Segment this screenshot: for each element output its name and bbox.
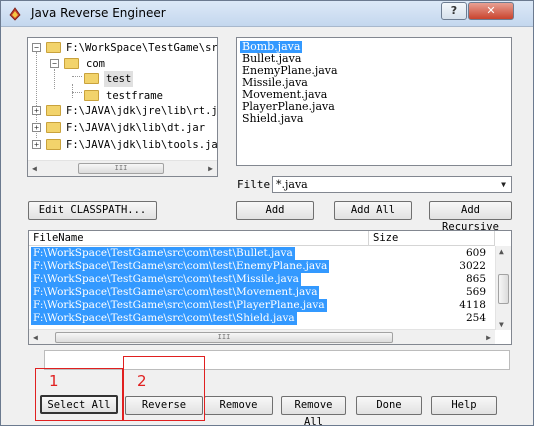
column-header-size[interactable]: Size bbox=[369, 231, 495, 246]
file-size-cell: 865 bbox=[465, 273, 486, 285]
filter-label: Filte bbox=[237, 178, 271, 191]
table-row[interactable]: F:\WorkSpace\TestGame\src\com\test\Bulle… bbox=[29, 247, 498, 260]
file-path-cell: F:\WorkSpace\TestGame\src\com\test\Playe… bbox=[31, 299, 327, 312]
file-path-cell: F:\WorkSpace\TestGame\src\com\test\Movem… bbox=[31, 286, 320, 299]
remove-all-button[interactable]: Remove All bbox=[281, 396, 346, 428]
tree-guide-line bbox=[72, 84, 73, 98]
tree-node-label: testframe bbox=[106, 90, 163, 102]
expand-icon[interactable]: + bbox=[32, 123, 41, 132]
collapse-icon[interactable]: − bbox=[50, 59, 59, 68]
package-tree[interactable]: − F:\WorkSpace\TestGame\src − com test t… bbox=[27, 37, 218, 177]
scroll-down-icon[interactable]: ▼ bbox=[499, 320, 504, 329]
file-size-cell: 4118 bbox=[459, 299, 486, 311]
dropdown-arrow-icon[interactable]: ▼ bbox=[497, 178, 510, 191]
scroll-right-icon[interactable]: ▶ bbox=[208, 164, 213, 173]
add-recursive-button[interactable]: Add Recursive bbox=[429, 201, 512, 233]
tree-guide-line bbox=[72, 92, 82, 93]
title-help-button[interactable]: ? bbox=[441, 2, 467, 20]
remove-button[interactable]: Remove bbox=[204, 396, 273, 415]
selected-files-table[interactable]: FileName Size F:\WorkSpace\TestGame\src\… bbox=[28, 230, 512, 345]
tree-node-label: F:\WorkSpace\TestGame\src bbox=[66, 42, 218, 54]
scroll-left-icon[interactable]: ◀ bbox=[33, 333, 38, 342]
table-row[interactable]: F:\WorkSpace\TestGame\src\com\test\Playe… bbox=[29, 299, 498, 312]
tree-guide-line bbox=[54, 69, 55, 89]
folder-icon bbox=[64, 58, 79, 69]
add-button[interactable]: Add bbox=[236, 201, 314, 220]
file-size-cell: 609 bbox=[465, 247, 486, 259]
annotation-box-2 bbox=[123, 356, 205, 421]
tree-horizontal-scrollbar[interactable]: ◀ III ▶ bbox=[28, 160, 217, 176]
table-row[interactable]: F:\WorkSpace\TestGame\src\com\test\Missi… bbox=[29, 273, 498, 286]
file-path-cell: F:\WorkSpace\TestGame\src\com\test\Enemy… bbox=[31, 260, 330, 273]
close-button[interactable]: ✕ bbox=[468, 2, 514, 20]
filter-value: *.java bbox=[276, 178, 308, 191]
table-row[interactable]: F:\WorkSpace\TestGame\src\com\test\Enemy… bbox=[29, 260, 498, 273]
window-title: Java Reverse Engineer bbox=[31, 6, 166, 20]
filter-combobox[interactable]: *.java ▼ bbox=[272, 176, 512, 193]
scrollbar-thumb[interactable] bbox=[498, 274, 509, 304]
edit-classpath-button[interactable]: Edit CLASSPATH... bbox=[28, 201, 157, 220]
app-icon bbox=[9, 7, 21, 21]
column-header-filename[interactable]: FileName bbox=[29, 231, 369, 246]
tree-node-label: F:\JAVA\jdk\lib\tools.jar bbox=[66, 139, 218, 151]
folder-icon bbox=[84, 90, 99, 101]
source-file-list[interactable]: Bomb.java Bullet.java EnemyPlane.java Mi… bbox=[236, 37, 512, 166]
table-vertical-scrollbar[interactable]: ▲ ▼ bbox=[495, 246, 511, 330]
annotation-number-2: 2 bbox=[137, 372, 147, 390]
java-reverse-engineer-window: Java Reverse Engineer ? ✕ − F:\WorkSpace… bbox=[0, 0, 534, 428]
title-bar[interactable]: Java Reverse Engineer ? ✕ bbox=[1, 1, 533, 27]
table-row[interactable]: F:\WorkSpace\TestGame\src\com\test\Shiel… bbox=[29, 312, 498, 325]
annotation-number-1: 1 bbox=[49, 372, 59, 390]
expand-icon[interactable]: + bbox=[32, 140, 41, 149]
scrollbar-thumb[interactable]: III bbox=[55, 332, 393, 343]
table-row[interactable]: F:\WorkSpace\TestGame\src\com\test\Movem… bbox=[29, 286, 498, 299]
add-all-button[interactable]: Add All bbox=[334, 201, 412, 220]
expand-icon[interactable]: + bbox=[32, 106, 41, 115]
file-path-cell: F:\WorkSpace\TestGame\src\com\test\Bulle… bbox=[31, 247, 295, 260]
help-button[interactable]: Help bbox=[431, 396, 497, 415]
tree-node-label: com bbox=[86, 58, 105, 70]
scroll-left-icon[interactable]: ◀ bbox=[32, 164, 37, 173]
file-size-cell: 254 bbox=[465, 312, 486, 324]
folder-icon bbox=[84, 73, 99, 84]
scroll-right-icon[interactable]: ▶ bbox=[486, 333, 491, 342]
folder-icon bbox=[46, 42, 61, 53]
progress-bar bbox=[44, 350, 510, 370]
file-size-cell: 569 bbox=[465, 286, 486, 298]
scrollbar-thumb[interactable]: III bbox=[78, 163, 164, 174]
tree-guide-line bbox=[72, 76, 82, 77]
tree-node-label: test bbox=[104, 71, 134, 87]
tree-node-label: F:\JAVA\jdk\jre\lib\rt.ja bbox=[66, 105, 218, 117]
table-horizontal-scrollbar[interactable]: ◀ III ▶ bbox=[29, 329, 495, 344]
file-path-cell: F:\WorkSpace\TestGame\src\com\test\Missi… bbox=[31, 273, 301, 286]
done-button[interactable]: Done bbox=[356, 396, 422, 415]
tree-node-label: F:\JAVA\jdk\lib\dt.jar bbox=[66, 122, 206, 134]
folder-icon bbox=[46, 122, 61, 133]
scroll-up-icon[interactable]: ▲ bbox=[499, 247, 504, 256]
file-size-cell: 3022 bbox=[459, 260, 486, 272]
file-list-item[interactable]: Shield.java bbox=[240, 113, 305, 125]
folder-icon bbox=[46, 105, 61, 116]
file-path-cell: F:\WorkSpace\TestGame\src\com\test\Shiel… bbox=[31, 312, 297, 325]
collapse-icon[interactable]: − bbox=[32, 43, 41, 52]
folder-icon bbox=[46, 139, 61, 150]
